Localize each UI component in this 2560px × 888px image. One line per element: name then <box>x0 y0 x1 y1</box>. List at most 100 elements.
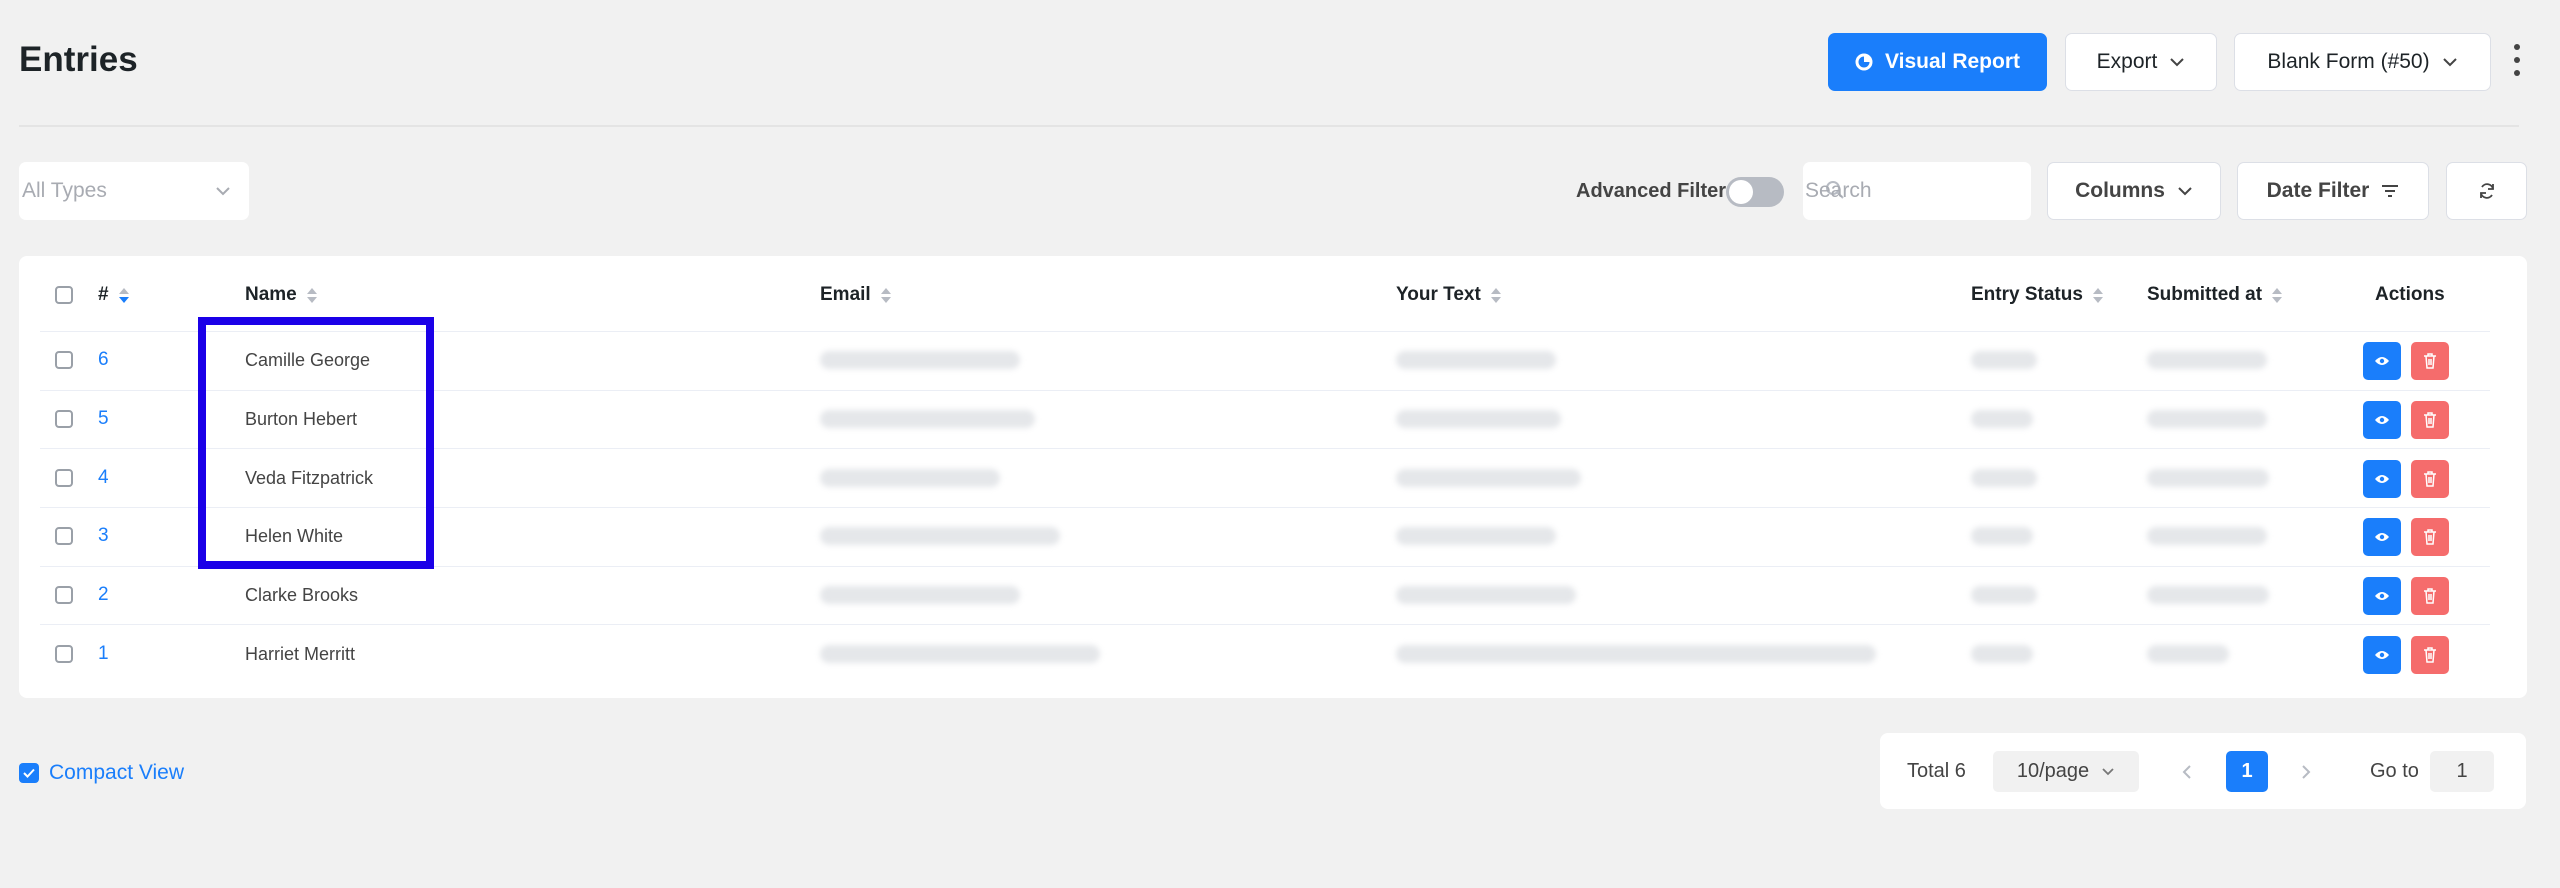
form-select-dropdown[interactable]: Blank Form (#50) <box>2234 33 2491 91</box>
entry-id-link[interactable]: 2 <box>98 584 109 606</box>
delete-entry-button[interactable] <box>2411 460 2449 498</box>
delete-entry-button[interactable] <box>2411 342 2449 380</box>
chevron-left-icon <box>2182 764 2191 779</box>
chevron-down-icon <box>2102 768 2114 776</box>
delete-entry-button[interactable] <box>2411 636 2449 674</box>
entry-types-select[interactable]: All Types <box>19 162 249 220</box>
page-size-select[interactable]: 10/page <box>1993 751 2139 792</box>
next-page-button[interactable] <box>2285 751 2327 792</box>
redacted-text <box>1396 586 1576 604</box>
trash-icon <box>2424 588 2436 604</box>
highlight-annotation-box <box>198 317 434 569</box>
view-entry-button[interactable] <box>2363 577 2401 615</box>
columns-button[interactable]: Columns <box>2047 162 2221 220</box>
view-entry-button[interactable] <box>2363 636 2401 674</box>
view-entry-button[interactable] <box>2363 401 2401 439</box>
delete-entry-button[interactable] <box>2411 401 2449 439</box>
trash-icon <box>2424 412 2436 428</box>
more-options-icon[interactable] <box>2509 44 2525 76</box>
entry-id-link[interactable]: 1 <box>98 643 109 665</box>
trash-icon <box>2424 471 2436 487</box>
entry-id-link[interactable]: 4 <box>98 467 109 489</box>
eye-icon <box>2375 651 2389 659</box>
row-checkbox[interactable] <box>55 645 73 663</box>
redacted-email <box>820 469 1000 487</box>
search-placeholder: Search <box>1805 179 1872 202</box>
advanced-filter-toggle[interactable] <box>1726 177 1784 207</box>
sort-icon <box>880 287 891 303</box>
eye-icon <box>2375 475 2389 483</box>
compact-view-toggle[interactable]: Compact View <box>19 761 184 785</box>
filter-lines-icon <box>2382 185 2399 197</box>
entry-id-link[interactable]: 6 <box>98 349 109 371</box>
row-checkbox[interactable] <box>55 469 73 487</box>
trash-icon <box>2424 647 2436 663</box>
total-count: Total 6 <box>1907 760 1966 782</box>
row-checkbox[interactable] <box>55 410 73 428</box>
entry-id-link[interactable]: 3 <box>98 525 109 547</box>
visual-report-label: Visual Report <box>1885 50 2020 73</box>
page-number-current[interactable]: 1 <box>2226 751 2268 792</box>
visual-report-button[interactable]: Visual Report <box>1828 33 2047 91</box>
column-header-submitted-at[interactable]: Submitted at <box>2147 284 2283 306</box>
sort-icon <box>2272 287 2283 303</box>
column-your-text-label: Your Text <box>1396 284 1481 305</box>
chevron-down-icon <box>2442 58 2457 67</box>
entry-id-link[interactable]: 5 <box>98 408 109 430</box>
redacted-text <box>1396 645 1876 663</box>
redacted-date <box>2147 410 2267 428</box>
date-filter-label: Date Filter <box>2266 179 2370 202</box>
view-entry-button[interactable] <box>2363 518 2401 556</box>
goto-page-input[interactable]: 1 <box>2430 751 2494 792</box>
column-actions-label: Actions <box>2375 284 2445 305</box>
redacted-status <box>1971 469 2037 487</box>
view-entry-button[interactable] <box>2363 342 2401 380</box>
page-size-label: 10/page <box>2016 760 2090 782</box>
row-checkbox[interactable] <box>55 351 73 369</box>
goto-label: Go to <box>2370 760 2419 782</box>
redacted-date <box>2147 645 2229 663</box>
export-button[interactable]: Export <box>2065 33 2217 91</box>
checkbox-checked-icon <box>19 763 39 783</box>
refresh-button[interactable] <box>2446 162 2527 220</box>
compact-view-label: Compact View <box>49 761 185 784</box>
column-header-entry-status[interactable]: Entry Status <box>1971 284 2103 306</box>
trash-icon <box>2424 353 2436 369</box>
entry-name: Clarke Brooks <box>245 585 359 605</box>
eye-icon <box>2375 357 2389 365</box>
entry-name: Harriet Merritt <box>245 644 356 664</box>
redacted-status <box>1971 645 2033 663</box>
pie-chart-icon <box>1855 53 1873 71</box>
column-entry-status-label: Entry Status <box>1971 284 2083 305</box>
form-select-label: Blank Form (#50) <box>2267 50 2430 73</box>
redacted-text <box>1396 527 1556 545</box>
redacted-date <box>2147 351 2267 369</box>
select-all-checkbox[interactable] <box>55 286 73 304</box>
column-header-email[interactable]: Email <box>820 284 891 306</box>
search-input[interactable]: Search <box>1803 162 2031 220</box>
chevron-down-icon <box>216 187 230 196</box>
view-entry-button[interactable] <box>2363 460 2401 498</box>
chevron-down-icon <box>2170 58 2185 67</box>
column-id-label: # <box>98 284 109 305</box>
prev-page-button[interactable] <box>2166 751 2208 792</box>
delete-entry-button[interactable] <box>2411 518 2449 556</box>
eye-icon <box>2375 416 2389 424</box>
redacted-status <box>1971 351 2037 369</box>
column-header-name[interactable]: Name <box>245 284 317 306</box>
sort-icon <box>2092 287 2103 303</box>
row-checkbox[interactable] <box>55 586 73 604</box>
column-name-label: Name <box>245 284 297 305</box>
entry-types-placeholder: All Types <box>22 179 107 202</box>
redacted-text <box>1396 469 1581 487</box>
redacted-text <box>1396 351 1556 369</box>
redacted-email <box>820 410 1035 428</box>
redacted-status <box>1971 586 2037 604</box>
redacted-email <box>820 527 1060 545</box>
row-checkbox[interactable] <box>55 527 73 545</box>
date-filter-button[interactable]: Date Filter <box>2237 162 2429 220</box>
column-header-your-text[interactable]: Your Text <box>1396 284 1501 306</box>
delete-entry-button[interactable] <box>2411 577 2449 615</box>
column-header-id[interactable]: # <box>98 284 129 306</box>
redacted-text <box>1396 410 1561 428</box>
